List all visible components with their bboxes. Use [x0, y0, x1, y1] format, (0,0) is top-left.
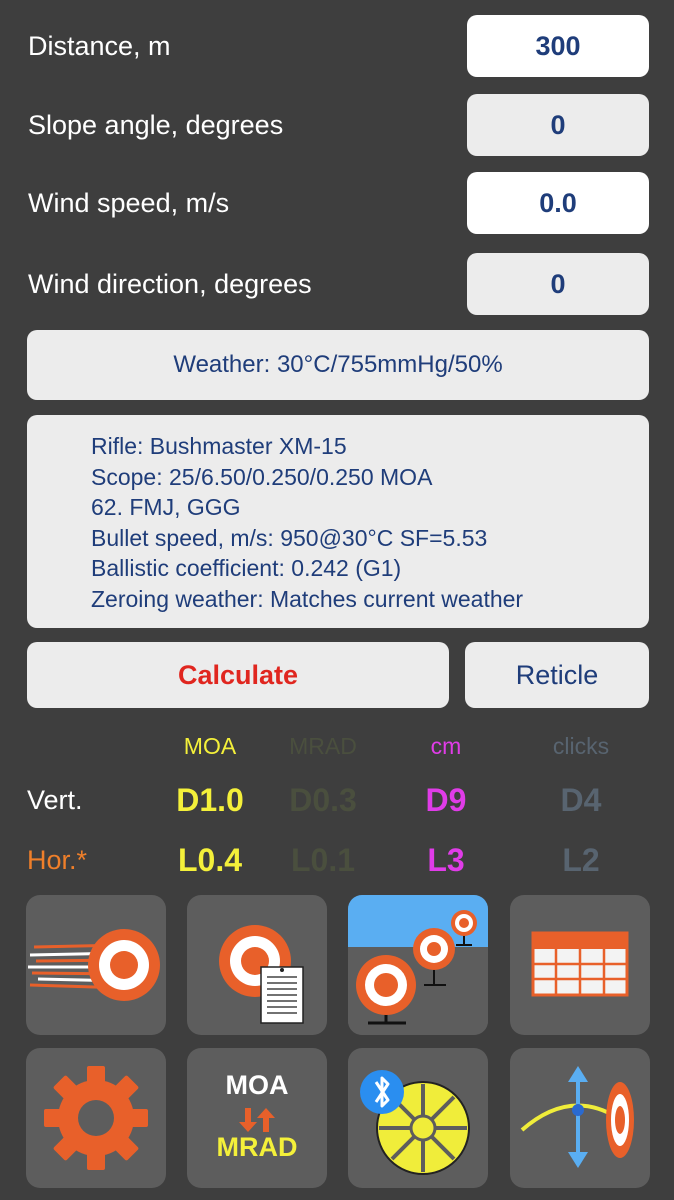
- vert-mrad-value: D0.3: [289, 782, 357, 818]
- rifle-info-panel[interactable]: Rifle: Bushmaster XM-15 Scope: 25/6.50/0…: [27, 415, 649, 628]
- hor-clicks-value: L2: [562, 842, 600, 878]
- moa-mrad-convert-tile[interactable]: MOA MRAD: [187, 1048, 327, 1188]
- moa-mrad-convert-icon: [239, 1108, 275, 1132]
- trajectory-icon: [520, 1066, 634, 1168]
- vert-clicks-value: D4: [560, 782, 602, 818]
- convert-moa-label: MOA: [225, 1070, 289, 1100]
- table-tile[interactable]: [510, 895, 650, 1035]
- zeroing-weather-line: Zeroing weather: Matches current weather: [91, 585, 524, 612]
- bullet-line: 62. FMJ, GGG: [91, 494, 241, 520]
- unit-moa[interactable]: MOA: [150, 733, 270, 760]
- scope-line: Scope: 25/6.50/0.250/0.250 MOA: [91, 463, 433, 490]
- reticle-button[interactable]: Reticle: [465, 642, 649, 708]
- distance-label: Distance, m: [28, 31, 171, 61]
- trajectory-tile[interactable]: [510, 1048, 650, 1188]
- settings-gear-icon: [44, 1066, 148, 1170]
- unit-cm[interactable]: cm: [386, 733, 506, 760]
- table-icon: [531, 931, 629, 997]
- bluetooth-anemometer-icon: [360, 1070, 470, 1175]
- wind-speed-label: Wind speed, m/s: [28, 188, 230, 218]
- hor-cm-value: L3: [427, 842, 465, 878]
- bluetooth-anemometer-tile[interactable]: [348, 1048, 488, 1188]
- vert-moa-value: D1.0: [176, 782, 244, 818]
- range-targets-icon: [348, 895, 488, 1035]
- slope-angle-input[interactable]: 0: [467, 94, 649, 156]
- bullet-speed-line: Bullet speed, m/s: 950@30°C SF=5.53: [91, 524, 488, 551]
- convert-mrad-label: MRAD: [216, 1132, 298, 1162]
- unit-mrad[interactable]: MRAD: [263, 733, 383, 760]
- rifle-line: Rifle: Bushmaster XM-15: [91, 433, 347, 459]
- vert-label: Vert.: [27, 785, 83, 815]
- shot-target-icon: [28, 929, 160, 1001]
- hor-label: Hor.*: [27, 845, 88, 875]
- vert-cm-value: D9: [425, 782, 467, 818]
- weather-button[interactable]: Weather: 30°C/755mmHg/50%: [27, 330, 649, 400]
- settings-tile[interactable]: [26, 1048, 166, 1188]
- distance-input[interactable]: 300: [467, 15, 649, 77]
- hor-mrad-value: L0.1: [290, 842, 356, 878]
- unit-clicks[interactable]: clicks: [521, 733, 641, 760]
- wind-speed-input[interactable]: 0.0: [467, 172, 649, 234]
- hor-moa-value: L0.4: [177, 842, 243, 878]
- range-targets-tile[interactable]: [348, 895, 488, 1035]
- shot-target-tile[interactable]: [26, 895, 166, 1035]
- ballistic-coefficient-line: Ballistic coefficient: 0.242 (G1): [91, 555, 402, 581]
- target-notes-icon: [219, 925, 304, 1024]
- calculate-button[interactable]: Calculate: [27, 642, 449, 708]
- wind-direction-input[interactable]: 0: [467, 253, 649, 315]
- target-notes-tile[interactable]: [187, 895, 327, 1035]
- wind-direction-label: Wind direction, degrees: [28, 269, 312, 299]
- slope-angle-label: Slope angle, degrees: [28, 110, 284, 140]
